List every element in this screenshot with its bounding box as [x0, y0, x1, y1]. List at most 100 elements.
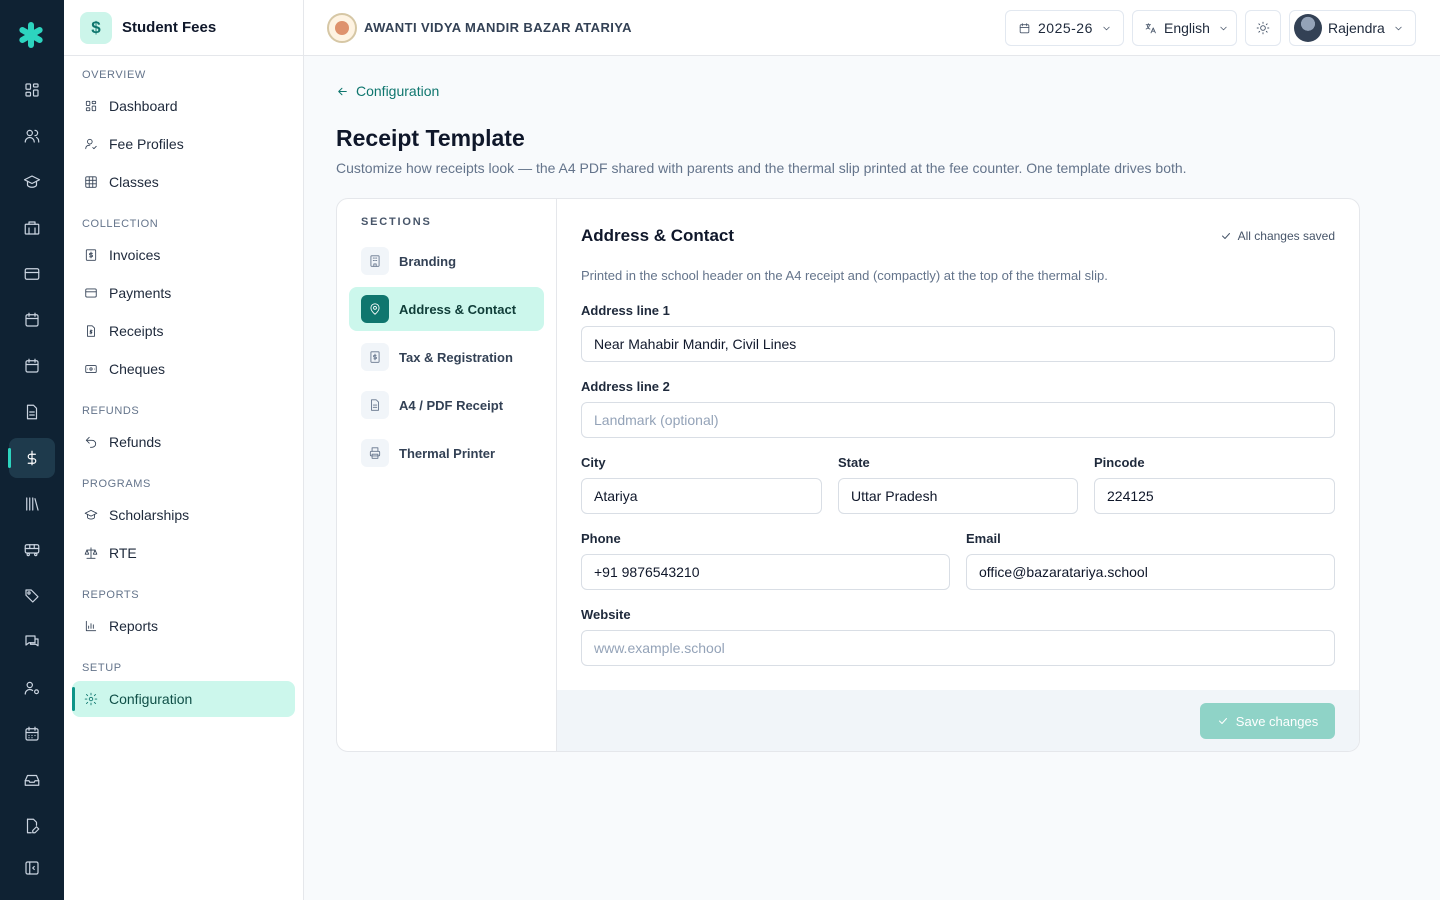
dashboard-icon [84, 99, 98, 113]
avatar [1294, 14, 1322, 42]
invoice-icon [84, 248, 98, 262]
translate-icon [1145, 22, 1156, 33]
language-select[interactable]: English [1132, 10, 1237, 46]
sidebar-item-configuration[interactable]: Configuration [72, 681, 295, 717]
phone-label: Phone [581, 531, 621, 546]
sidebar-item-label: RTE [109, 545, 137, 561]
page-title: Receipt Template [336, 125, 525, 151]
section-overview: OVERVIEW [82, 69, 146, 81]
section-item-label: Thermal Printer [399, 445, 496, 461]
sidebar-item-scholarships[interactable]: Scholarships [72, 497, 295, 533]
building-icon[interactable] [9, 208, 55, 248]
address-line-2-label: Address line 2 [581, 379, 670, 394]
sidebar-item-label: Scholarships [109, 507, 190, 523]
file-edit-icon[interactable] [9, 806, 55, 846]
dashboard-icon[interactable] [9, 70, 55, 110]
website-input[interactable] [581, 630, 1335, 666]
section-item-a4-pdf-receipt[interactable]: A4 / PDF Receipt [349, 383, 544, 427]
graduation-cap-icon[interactable] [9, 162, 55, 202]
sidebar-header: $ Student Fees [64, 0, 303, 56]
theme-toggle-button[interactable] [1245, 10, 1281, 46]
address-line-2-input[interactable] [581, 402, 1335, 438]
sidebar-item-reports[interactable]: Reports [72, 608, 295, 644]
calendar-grid-icon[interactable] [9, 714, 55, 754]
form-description: Printed in the school header on the A4 r… [581, 268, 1108, 283]
pincode-input[interactable] [1094, 478, 1335, 514]
users-icon[interactable] [9, 116, 55, 156]
bus-icon[interactable] [9, 530, 55, 570]
sidebar-item-rte[interactable]: RTE [72, 535, 295, 571]
user-menu-button[interactable]: Rajendra [1289, 10, 1416, 46]
sidebar-item-cheques[interactable]: Cheques [72, 351, 295, 387]
sidebar-item-dashboard[interactable]: Dashboard [72, 88, 295, 124]
sections-nav: SECTIONS Branding Address & Contact Tax … [337, 199, 557, 751]
email-input[interactable] [966, 554, 1335, 590]
state-label: State [838, 455, 870, 470]
sidebar-item-receipts[interactable]: Receipts [72, 313, 295, 349]
email-label: Email [966, 531, 1001, 546]
website-label: Website [581, 607, 631, 622]
section-item-tax-registration[interactable]: Tax & Registration [349, 335, 544, 379]
calendar-icon[interactable] [9, 300, 55, 340]
school-emblem-icon [327, 13, 357, 43]
dollar-icon[interactable] [8, 438, 55, 478]
messages-icon[interactable] [9, 622, 55, 662]
map-pin-icon [361, 295, 389, 323]
sidebar-item-label: Classes [109, 174, 159, 190]
phone-input[interactable] [581, 554, 950, 590]
state-input[interactable] [838, 478, 1078, 514]
cheque-icon [84, 362, 98, 376]
section-item-branding[interactable]: Branding [349, 239, 544, 283]
printer-icon [361, 439, 389, 467]
form-title: Address & Contact [581, 226, 735, 245]
section-item-label: A4 / PDF Receipt [399, 397, 504, 413]
receipt-template-card: SECTIONS Branding Address & Contact Tax … [336, 198, 1360, 752]
section-item-label: Branding [399, 253, 457, 269]
scale-icon [84, 546, 98, 560]
tax-document-icon [361, 343, 389, 371]
sidebar-item-fee-profiles[interactable]: Fee Profiles [72, 126, 295, 162]
address-line-1-label: Address line 1 [581, 303, 670, 318]
card-icon[interactable] [9, 254, 55, 294]
sidebar-item-invoices[interactable]: Invoices [72, 237, 295, 273]
sun-icon [1256, 21, 1270, 35]
chevron-down-icon [1220, 26, 1227, 30]
icon-rail [0, 0, 64, 900]
language-value: English [1164, 20, 1210, 36]
gear-icon [84, 692, 98, 706]
sidebar-item-classes[interactable]: Classes [72, 164, 295, 200]
library-icon[interactable] [9, 484, 55, 524]
logo-icon[interactable] [16, 20, 46, 50]
back-link[interactable]: Configuration [336, 83, 439, 99]
section-item-label: Tax & Registration [399, 349, 513, 365]
tag-icon[interactable] [9, 576, 55, 616]
calendar-alt-icon[interactable] [9, 346, 55, 386]
grid-icon [84, 175, 98, 189]
calendar-icon [1019, 22, 1030, 33]
section-item-thermal-printer[interactable]: Thermal Printer [349, 431, 544, 475]
card-icon [84, 286, 98, 300]
user-name: Rajendra [1328, 20, 1385, 36]
user-icon [84, 137, 98, 151]
sidebar-item-payments[interactable]: Payments [72, 275, 295, 311]
check-icon [1221, 233, 1230, 239]
receipt-icon [84, 324, 98, 338]
chevron-down-icon [1103, 26, 1110, 30]
page-description: Customize how receipts look — the A4 PDF… [336, 160, 1187, 176]
inbox-icon[interactable] [9, 760, 55, 800]
document-icon[interactable] [9, 392, 55, 432]
bar-chart-icon [84, 619, 98, 633]
address-line-1-input[interactable] [581, 326, 1335, 362]
sidebar-item-label: Reports [109, 618, 159, 634]
document-icon [361, 391, 389, 419]
section-item-address-contact[interactable]: Address & Contact [349, 287, 544, 331]
academic-year-select[interactable]: 2025-26 [1005, 10, 1124, 46]
collapse-panel-icon[interactable] [9, 848, 55, 888]
user-cog-icon[interactable] [9, 668, 55, 708]
city-input[interactable] [581, 478, 822, 514]
check-icon [1218, 718, 1227, 724]
sidebar-item-label: Dashboard [109, 98, 178, 114]
sidebar-item-refunds[interactable]: Refunds [72, 424, 295, 460]
save-changes-button[interactable]: Save changes [1200, 703, 1335, 739]
arrow-left-icon [338, 87, 347, 95]
